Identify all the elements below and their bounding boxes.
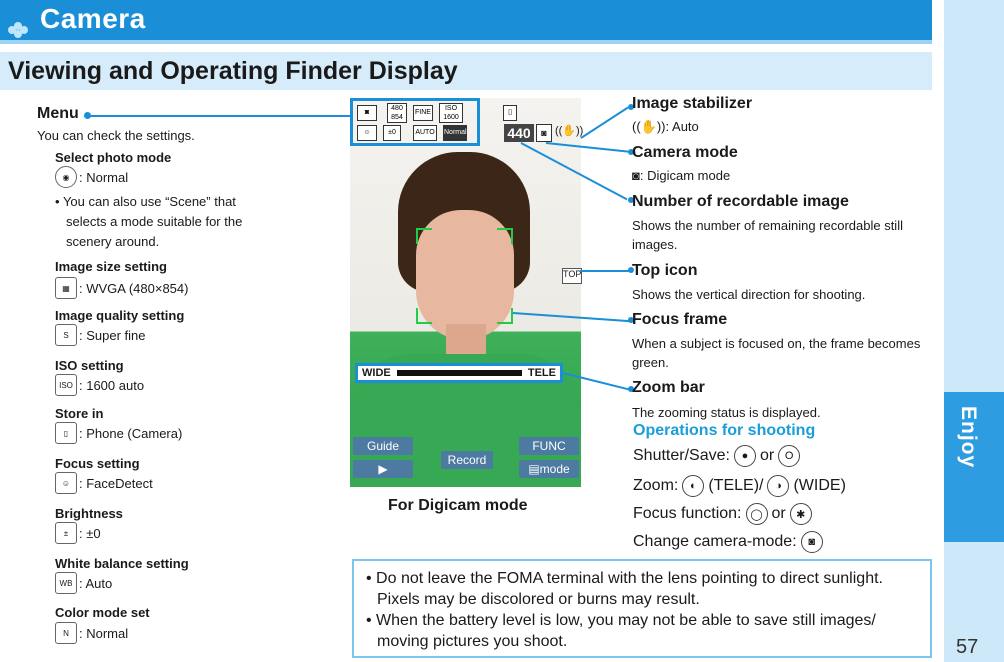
- note-item: • Do not leave the FOMA terminal with th…: [366, 570, 883, 608]
- store-in-icon: ▯: [503, 105, 517, 121]
- menu-item-title: Store in: [55, 406, 104, 421]
- zoom-tele-label: TELE: [527, 367, 556, 379]
- softkey-func[interactable]: FUNC: [519, 437, 579, 455]
- callout-title: Image stabilizer: [632, 95, 753, 112]
- side-tab-label: Enjoy: [957, 406, 980, 469]
- callout-desc: Shows the number of remaining recordable…: [632, 218, 903, 252]
- zoom-wide-label: WIDE: [362, 367, 391, 379]
- zoom-bar: WIDE TELE: [355, 363, 563, 383]
- focus-frame-corner: [416, 308, 432, 324]
- stabilizer-icon: ((✋)): [632, 119, 666, 134]
- menu-title: Menu: [37, 105, 79, 122]
- callout-line: [580, 106, 629, 139]
- image-size-icon: ▦: [55, 277, 77, 299]
- menu-item-value: WB : Auto: [55, 572, 112, 594]
- callout-desc: ((✋)): Auto: [632, 119, 699, 134]
- callout-title: Top icon: [632, 262, 698, 279]
- center-key-icon: ●: [733, 445, 756, 467]
- menu-item-value: N : Normal: [55, 622, 128, 644]
- operations-title: Operations for shooting: [633, 422, 816, 439]
- callout-desc: Shows the vertical direction for shootin…: [632, 287, 866, 302]
- softkey-guide[interactable]: Guide: [353, 437, 413, 455]
- top-icon: TOP: [562, 268, 582, 284]
- menu-item-title: Focus setting: [55, 456, 140, 471]
- camera-key-icon: ◙: [800, 531, 823, 553]
- brightness-icon: ±: [55, 522, 77, 544]
- menu-item-value: ◉ : Normal: [55, 166, 128, 188]
- up-key-icon: ◐: [682, 475, 705, 497]
- chapter-title: Camera: [40, 3, 146, 34]
- menu-item-value: S : Super fine: [55, 324, 146, 346]
- menu-item-title: Image size setting: [55, 259, 167, 274]
- page-number: 57: [956, 636, 979, 658]
- callout-title: Number of recordable image: [632, 193, 849, 210]
- callout-desc: ◙: Digicam mode: [632, 168, 731, 183]
- side-panel: [944, 0, 1004, 662]
- change-mode-operation: Change camera-mode: ◙: [633, 531, 823, 553]
- color-mode-icon: N: [55, 622, 77, 644]
- callout-title: Focus frame: [632, 311, 728, 328]
- menu-bullet: • You can also use “Scene” that selects …: [55, 194, 243, 249]
- callout-title: Zoom bar: [632, 379, 705, 396]
- note-box: • Do not leave the FOMA terminal with th…: [352, 559, 932, 658]
- zoom-track: [396, 370, 522, 376]
- image-quality-icon: S: [55, 324, 77, 346]
- down-key-icon: ◑: [767, 475, 790, 497]
- callout-desc: When a subject is focused on, the frame …: [632, 336, 921, 370]
- menu-item-title: Brightness: [55, 506, 123, 521]
- softkey-mode[interactable]: ▤mode: [519, 460, 579, 478]
- menu-description: You can check the settings.: [37, 128, 195, 143]
- softkey-record[interactable]: Record: [441, 451, 493, 469]
- menu-item-value: ISO : 1600 auto: [55, 374, 144, 396]
- camera-mode-icon: ◙: [632, 168, 640, 183]
- menu-item-title: White balance setting: [55, 556, 189, 571]
- white-balance-icon: WB: [55, 572, 77, 594]
- menu-item-value: ± : ±0: [55, 522, 101, 544]
- menu-item-title: Color mode set: [55, 605, 150, 620]
- menu-item-title: Image quality setting: [55, 308, 185, 323]
- menu-callout-line: [86, 115, 350, 117]
- side-key-icon: O: [778, 445, 801, 467]
- note-item: • When the battery level is low, you may…: [366, 612, 876, 650]
- shutter-operation: Shutter/Save: ● or O: [633, 445, 801, 467]
- section-title: Viewing and Operating Finder Display: [8, 57, 458, 85]
- menu-item-title: Select photo mode: [55, 150, 172, 165]
- star-key-icon: ✱: [789, 503, 812, 525]
- focus-frame-corner: [497, 228, 513, 244]
- store-in-icon: ▯: [55, 422, 77, 444]
- recordable-count: 440: [504, 124, 534, 142]
- screen-caption: For Digicam mode: [388, 497, 528, 514]
- menu-item-value: ▯ : Phone (Camera): [55, 422, 182, 444]
- callout-desc: The zooming status is displayed.: [632, 405, 821, 420]
- camera-mode-icon: ◙: [536, 124, 552, 142]
- focus-frame-corner: [416, 228, 432, 244]
- settings-highlight-frame: [350, 98, 480, 146]
- focus-operation: Focus function: ◯ or ✱: [633, 503, 812, 525]
- zoom-operation: Zoom: ◐ (TELE)/ ◑ (WIDE): [633, 475, 846, 497]
- menu-item-title: ISO setting: [55, 358, 124, 373]
- menu-item-value: ▦ : WVGA (480×854): [55, 277, 188, 299]
- nav-key-icon: ◯: [745, 503, 768, 525]
- clover-icon: [8, 22, 28, 38]
- play-icon[interactable]: ▶: [353, 460, 413, 478]
- image-stabilizer-icon: ((✋)): [555, 125, 584, 137]
- photo-mode-icon: ◉: [55, 166, 77, 188]
- callout-title: Camera mode: [632, 144, 738, 161]
- focus-setting-icon: ☺: [55, 472, 77, 494]
- header-underline: [0, 40, 932, 44]
- menu-item-value: ☺ : FaceDetect: [55, 472, 153, 494]
- iso-icon: ISO: [55, 374, 77, 396]
- focus-frame-corner: [497, 308, 513, 324]
- callout-line: [580, 270, 632, 272]
